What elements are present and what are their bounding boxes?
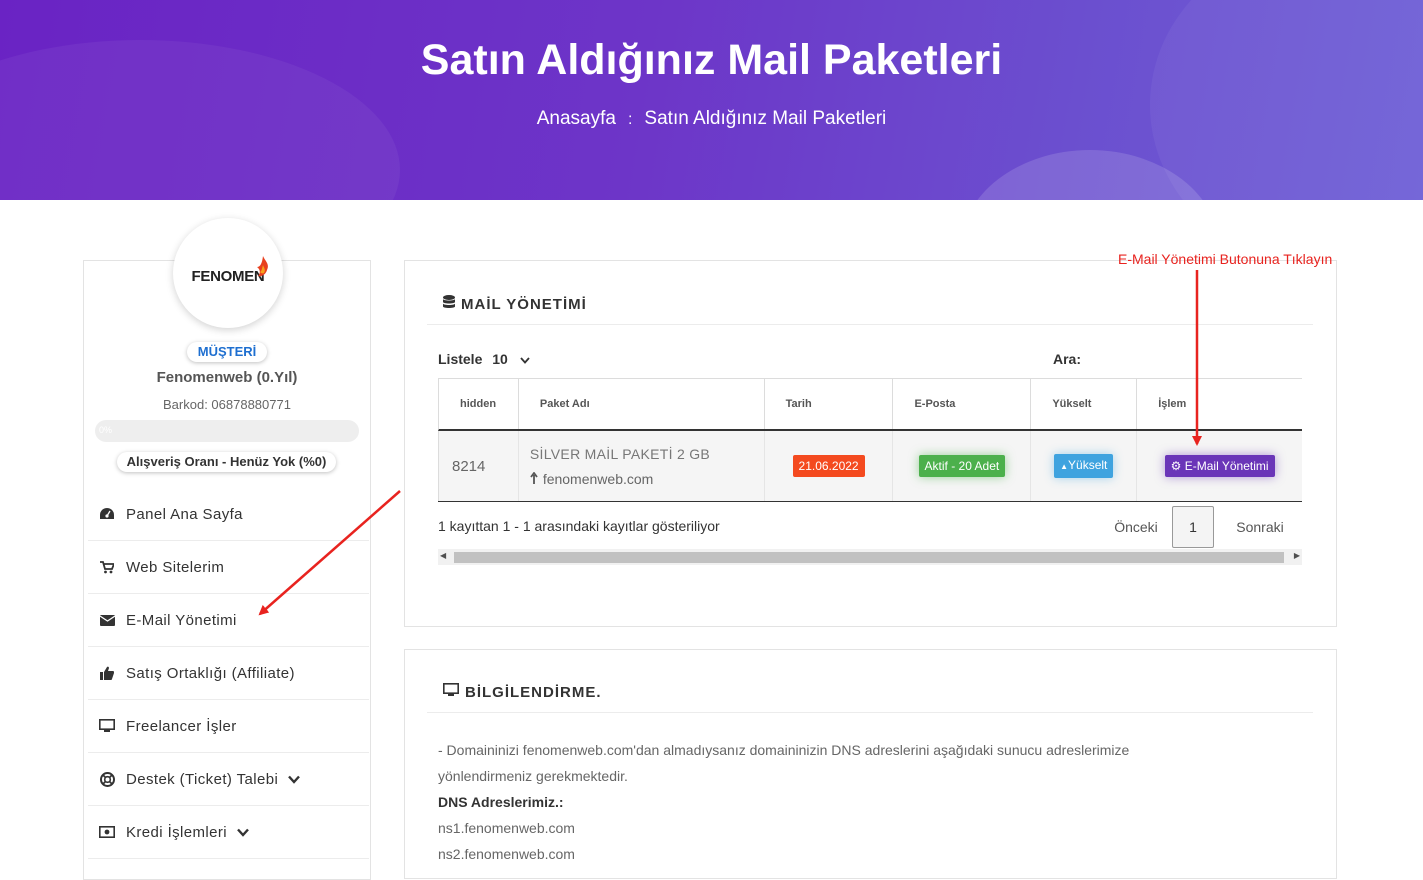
sidebar-item-dashboard[interactable]: Panel Ana Sayfa xyxy=(88,488,369,541)
column-header[interactable]: hidden xyxy=(439,379,519,429)
sidebar-item-label: Web Sitelerim xyxy=(126,558,225,576)
info-line: yönlendirmeniz gerekmektedir. xyxy=(438,768,628,784)
pagination-previous[interactable]: Önceki xyxy=(1100,519,1172,535)
column-header[interactable]: Tarih xyxy=(765,379,894,429)
chevron-down-icon xyxy=(288,772,301,787)
email-status-cell: Aktif - 20 Adet xyxy=(893,431,1032,501)
upgrade-cell: ▲Yükselt xyxy=(1031,431,1138,501)
scrollbar-thumb[interactable] xyxy=(454,552,1284,563)
sidebar-item-freelancer[interactable]: Freelancer İşler xyxy=(88,700,369,753)
nameserver-1: ns1.fenomenweb.com xyxy=(438,820,575,836)
chevron-down-icon xyxy=(237,825,249,840)
column-header[interactable]: Yükselt xyxy=(1031,379,1138,429)
monitor-icon xyxy=(443,683,459,701)
search-label: Ara: xyxy=(1053,351,1082,367)
page-title: Satın Aldığınız Mail Paketleri xyxy=(420,36,1003,84)
table-info: 1 kayıttan 1 - 1 arasındaki kayıtlar gös… xyxy=(438,518,720,534)
page-hero: Satın Aldığınız Mail Paketleri Anasayfa:… xyxy=(0,0,1423,200)
breadcrumb-home-link[interactable]: Anasayfa xyxy=(537,108,616,129)
column-header[interactable]: Paket Adı xyxy=(519,379,765,429)
sidebar-item-label: Kredi İşlemleri xyxy=(126,823,228,841)
row-id: 8214 xyxy=(439,431,519,501)
domain-text: fenomenweb.com xyxy=(542,470,654,487)
email-management-button-label: E-Mail Yönetimi xyxy=(1184,459,1269,473)
flame-icon xyxy=(257,256,268,277)
sidebar-item-label: Panel Ana Sayfa xyxy=(126,505,243,523)
email-management-button[interactable]: ⚙ E-Mail Yönetimi xyxy=(1164,455,1275,477)
date-cell: 21.06.2022 xyxy=(765,431,894,501)
card-title-text: BİLGİLENDİRME. xyxy=(465,683,602,701)
avatar: FENOMEN xyxy=(173,218,283,328)
role-badge: MÜŞTERİ xyxy=(187,342,267,362)
lifebuoy-icon xyxy=(98,771,116,787)
sidebar-item-label: Destek (Ticket) Talebi xyxy=(126,770,279,788)
table-header: hidden Paket Adı Tarih E-Posta Yükselt İ… xyxy=(438,379,1302,431)
sidebar-item-support-ticket[interactable]: Destek (Ticket) Talebi xyxy=(88,753,369,806)
breadcrumb-current: Satın Aldığınız Mail Paketleri xyxy=(644,108,887,129)
envelope-icon xyxy=(98,614,116,626)
sidebar-item-label: Satış Ortaklığı (Affiliate) xyxy=(126,664,295,682)
shopping-rate-badge: Alışveriş Oranı - Henüz Yok (%0) xyxy=(117,452,336,472)
caret-up-icon: ▲ xyxy=(1060,462,1069,471)
hero-decoration xyxy=(1150,0,1423,200)
upgrade-button-label: Yükselt xyxy=(1068,458,1108,472)
gear-icon: ⚙ xyxy=(1170,459,1182,473)
package-name: SİLVER MAİL PAKETİ 2 GB xyxy=(529,445,711,462)
progress-label: 0% xyxy=(99,425,113,435)
page-length-label: Listele xyxy=(438,351,483,367)
sidebar-item-label: E-Mail Yönetimi xyxy=(126,611,237,629)
database-icon xyxy=(443,295,455,313)
card-title-text: MAİL YÖNETİMİ xyxy=(461,295,587,313)
nameserver-2: ns2.fenomenweb.com xyxy=(438,846,575,862)
column-header[interactable]: İşlem xyxy=(1137,379,1302,429)
package-domain: fenomenweb.com xyxy=(530,471,653,487)
pagination: Önceki 1 Sonraki xyxy=(1100,506,1288,548)
barcode-text: Barkod: 06878880771 xyxy=(163,397,291,412)
info-text: - Domaininizi fenomenweb.com'dan almadıy… xyxy=(438,737,1228,867)
divider xyxy=(427,712,1313,713)
scroll-right-icon[interactable]: ▶ xyxy=(1294,551,1300,560)
upgrade-button[interactable]: ▲Yükselt xyxy=(1054,454,1114,478)
divider xyxy=(427,324,1313,325)
sidebar-item-label: Freelancer İşler xyxy=(126,717,237,735)
dns-heading: DNS Adreslerimiz.: xyxy=(438,794,564,810)
instruction-annotation: E-Mail Yönetimi Butonuna Tıklayın xyxy=(1118,251,1333,267)
dashboard-icon xyxy=(98,507,116,521)
pagination-next[interactable]: Sonraki xyxy=(1232,519,1288,535)
action-cell: ⚙ E-Mail Yönetimi xyxy=(1137,431,1302,501)
table-row: 8214 SİLVER MAİL PAKETİ 2 GB fenomenweb.… xyxy=(438,431,1302,501)
mail-packages-table: hidden Paket Adı Tarih E-Posta Yükselt İ… xyxy=(438,378,1302,502)
page-length-select[interactable]: Listele 10 xyxy=(438,351,530,367)
card-title: BİLGİLENDİRME. xyxy=(443,683,602,701)
info-line: - Domaininizi fenomenweb.com'dan almadıy… xyxy=(438,742,1130,758)
horizontal-scrollbar[interactable]: ◀ ▶ xyxy=(438,549,1302,565)
scroll-left-icon[interactable]: ◀ xyxy=(440,551,446,560)
level-up-icon xyxy=(530,471,539,487)
sidebar-item-websites[interactable]: Web Sitelerim xyxy=(88,541,369,594)
thumbs-up-icon xyxy=(98,666,116,680)
column-header[interactable]: E-Posta xyxy=(893,379,1032,429)
chevron-down-icon xyxy=(520,355,530,367)
sidebar-item-credit[interactable]: Kredi İşlemleri xyxy=(88,806,369,859)
cart-icon xyxy=(98,560,116,574)
date-badge: 21.06.2022 xyxy=(792,455,865,477)
monitor-icon xyxy=(98,719,116,733)
pagination-page[interactable]: 1 xyxy=(1172,506,1214,548)
sidebar-menu: Panel Ana Sayfa Web Sitelerim E-Mail Yön… xyxy=(88,488,369,859)
breadcrumb-separator: : xyxy=(627,111,633,128)
package-cell: SİLVER MAİL PAKETİ 2 GB fenomenweb.com xyxy=(519,431,765,501)
sidebar-item-email-management[interactable]: E-Mail Yönetimi xyxy=(88,594,369,647)
page-length-value: 10 xyxy=(492,351,508,367)
profile-progress-bar: 0% xyxy=(95,420,359,442)
money-icon xyxy=(98,826,116,838)
email-status-badge: Aktif - 20 Adet xyxy=(918,455,1006,477)
card-title: MAİL YÖNETİMİ xyxy=(443,295,587,313)
user-name: Fenomenweb (0.Yıl) xyxy=(156,369,298,386)
breadcrumb: Anasayfa: Satın Aldığınız Mail Paketleri xyxy=(0,108,1423,130)
sidebar-item-affiliate[interactable]: Satış Ortaklığı (Affiliate) xyxy=(88,647,369,700)
